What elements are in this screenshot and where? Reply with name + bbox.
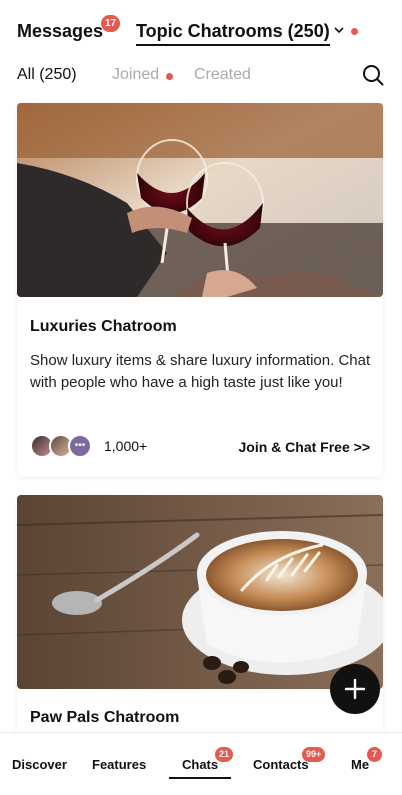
chatroom-description: Show luxury items & share luxury informa…	[30, 352, 371, 391]
member-count: 1,000+	[104, 438, 148, 454]
nav-contacts[interactable]: Contacts	[253, 757, 309, 772]
chatroom-title: Paw Pals Chatroom	[30, 709, 180, 726]
joined-notification-dot	[166, 73, 173, 80]
join-chat-link[interactable]: Join & Chat Free >>	[239, 439, 370, 455]
contacts-badge: 99+	[302, 747, 326, 762]
wine-toast-image	[17, 103, 383, 297]
plus-icon	[344, 678, 366, 700]
filter-row: All (250) Joined Created	[0, 62, 402, 90]
topic-notification-dot	[351, 28, 358, 35]
chatroom-cover-image	[17, 103, 383, 297]
me-badge: 7	[367, 747, 382, 762]
bottom-navigation: Discover Features Chats 21 Contacts 99+ …	[0, 732, 402, 795]
nav-discover[interactable]: Discover	[12, 757, 67, 772]
chats-badge: 21	[215, 747, 234, 762]
chatroom-card[interactable]: Paw Pals Chatroom	[17, 495, 383, 732]
nav-me[interactable]: Me	[351, 757, 369, 772]
tab-messages[interactable]: Messages	[17, 21, 103, 42]
filter-all[interactable]: All (250)	[17, 66, 77, 84]
search-icon[interactable]	[362, 64, 384, 86]
chatroom-list[interactable]: Luxuries Chatroom Show luxury items & sh…	[0, 102, 402, 732]
filter-joined[interactable]: Joined	[112, 66, 159, 84]
chatroom-card[interactable]: Luxuries Chatroom Show luxury items & sh…	[17, 103, 383, 477]
chevron-down-icon[interactable]	[333, 24, 345, 36]
chatroom-cover-image	[17, 495, 383, 689]
tab-topic-chatrooms[interactable]: Topic Chatrooms (250)	[136, 21, 330, 46]
member-avatars: •••	[30, 434, 100, 460]
messages-badge: 17	[101, 15, 121, 32]
filter-created[interactable]: Created	[194, 66, 251, 84]
more-members-icon: •••	[68, 434, 92, 458]
top-tabs: Messages 17 Topic Chatrooms (250)	[0, 0, 402, 56]
app-screen: Messages 17 Topic Chatrooms (250) All (2…	[0, 0, 402, 795]
nav-features[interactable]: Features	[92, 757, 146, 772]
latte-coffee-image	[17, 495, 383, 689]
nav-chats[interactable]: Chats	[182, 757, 218, 772]
create-chatroom-button[interactable]	[330, 664, 380, 714]
active-tab-indicator	[169, 777, 231, 779]
chatroom-title: Luxuries Chatroom	[30, 318, 177, 335]
